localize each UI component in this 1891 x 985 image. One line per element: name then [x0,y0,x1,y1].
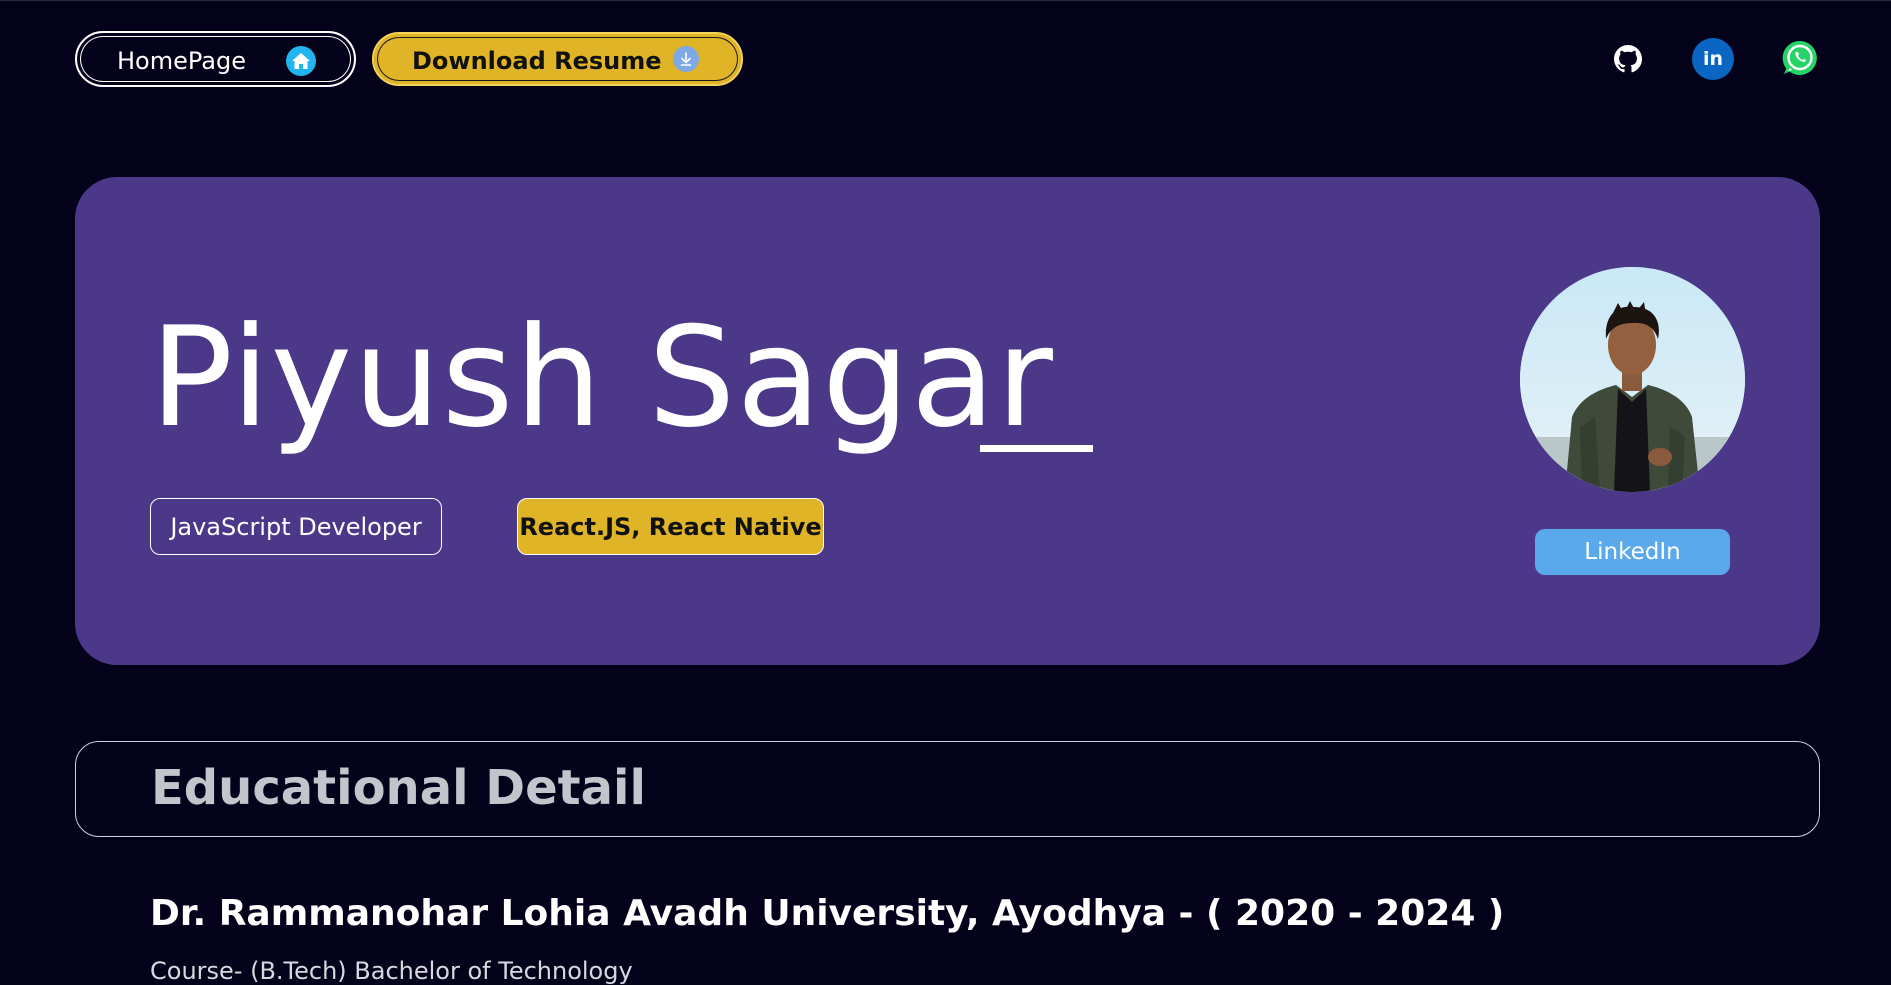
home-icon [286,46,316,76]
github-icon[interactable] [1608,39,1648,79]
course-detail: Course- (B.Tech) Bachelor of Technology [150,957,633,985]
top-border [0,0,1891,1]
homepage-button-label: HomePage [117,47,246,75]
download-icon [673,46,699,72]
skills-badge: React.JS, React Native [517,498,824,555]
linkedin-icon-text: in [1702,48,1724,70]
hero-card: Piyush Sagar JavaScript Developer React.… [75,177,1820,665]
education-section-header: Educational Detail [75,741,1820,837]
hero-name: Piyush Sagar [150,297,1054,458]
whatsapp-icon[interactable] [1779,37,1821,79]
typing-cursor [980,445,1093,452]
avatar [1520,267,1745,492]
role-badge: JavaScript Developer [150,498,442,555]
download-resume-label: Download Resume [412,47,662,75]
education-title: Educational Detail [151,760,646,816]
download-resume-button[interactable]: Download Resume [372,32,743,86]
homepage-button[interactable]: HomePage [75,31,356,87]
linkedin-button[interactable]: LinkedIn [1535,529,1730,575]
linkedin-icon[interactable]: in [1692,38,1734,80]
university-heading: Dr. Rammanohar Lohia Avadh University, A… [150,893,1505,934]
